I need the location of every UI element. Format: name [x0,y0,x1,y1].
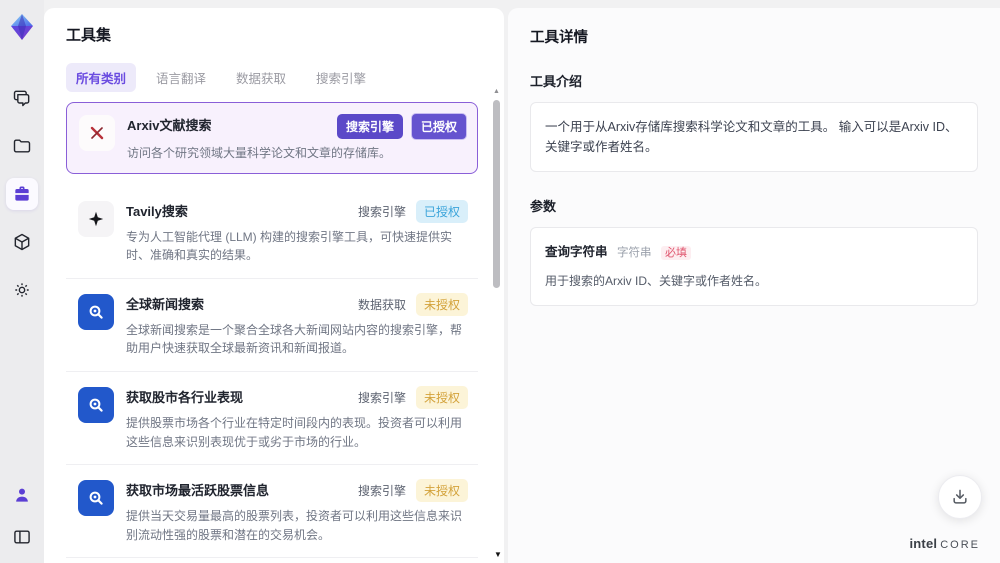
tool-card-sector-performance[interactable]: 获取股市各行业表现 搜索引擎 未授权 提供股票市场各个行业在特定时间段内的表现。… [66,371,478,466]
list-scrollbar: ▲ ▼ [492,88,502,559]
tool-card-regional-news[interactable]: 万维地区新闻查询 搜索引擎 未授权 查询具体行政区划内的新闻，快速了解各地新闻动 [66,558,478,563]
tool-description: 访问各个研究领域大量科学论文和文章的存储库。 [127,146,392,160]
magnifier-blue-icon [78,293,114,330]
auth-badge: 已授权 [415,199,468,223]
params-heading: 参数 [530,199,557,214]
param-name: 查询字符串 [545,245,608,259]
scrollbar-thumb[interactable] [493,100,500,288]
auth-badge: 已授权 [410,113,467,140]
scroll-up-arrow[interactable]: ▲ [493,88,500,95]
tool-name: 全球新闻搜索 [126,296,205,312]
param-header-row: 查询字符串 字符串 必填 [545,242,963,263]
brand-core: CORE [940,539,980,551]
sidebar-item-collapse-panel[interactable] [6,521,38,553]
category-badge: 数据获取 [357,297,406,312]
chat-icon [12,88,32,108]
panel-icon [12,527,32,547]
arxiv-icon [79,115,115,151]
toolbox-icon [12,184,32,204]
tool-card-most-active-stocks[interactable]: 获取市场最活跃股票信息 搜索引擎 未授权 提供当天交易量最高的股票列表，投资者可… [66,465,478,559]
category-badge: 搜索引擎 [357,390,406,405]
brand-intel: intel [909,536,938,551]
package-icon [12,232,32,252]
category-badge: 搜索引擎 [336,114,403,139]
tab-data-acquisition[interactable]: 数据获取 [226,63,296,92]
tab-language-translation[interactable]: 语言翻译 [146,63,216,92]
param-box: 查询字符串 字符串 必填 用于搜索的Arxiv ID、关键字或作者姓名。 [530,227,978,306]
app-logo-icon [5,10,39,44]
category-badge: 搜索引擎 [357,484,406,499]
category-tabs: 所有类别 语言翻译 数据获取 搜索引擎 [66,63,504,92]
sidebar-rail [0,0,44,563]
tool-name: 获取市场最活跃股票信息 [126,483,270,499]
tool-description: 提供当天交易量最高的股票列表，投资者可以利用这些信息来识别流动性强的股票和潜在的… [126,509,463,542]
sidebar-item-settings[interactable] [6,274,38,306]
tool-card-list: Arxiv文献搜索 搜索引擎 已授权 访问各个研究领域大量科学论文和文章的存储库… [66,102,478,563]
download-button[interactable] [938,475,982,519]
detail-title: 工具详情 [530,30,588,46]
tab-all-categories[interactable]: 所有类别 [66,63,137,92]
auth-badge: 未授权 [415,385,468,409]
star-icon [78,200,114,237]
scroll-down-arrow[interactable]: ▼ [494,550,502,559]
tool-detail-panel: 工具详情 工具介绍 一个用于从Arxiv存储库搜索科学论文和文章的工具。 输入可… [508,8,1000,563]
param-type: 字符串 [617,247,652,259]
tool-name: Tavily搜索 [126,203,188,219]
tool-card-arxiv[interactable]: Arxiv文献搜索 搜索引擎 已授权 访问各个研究领域大量科学论文和文章的存储库… [66,102,478,174]
gear-icon [12,280,32,300]
intel-core-logo: intel CORE [909,536,980,551]
page-title: 工具集 [66,27,112,44]
tab-search-engine[interactable]: 搜索引擎 [306,63,376,92]
download-icon [950,487,970,507]
sidebar-item-packages[interactable] [6,226,38,258]
param-description: 用于搜索的Arxiv ID、关键字或作者姓名。 [545,273,768,288]
tool-card-tavily[interactable]: Tavily搜索 搜索引擎 已授权 专为人工智能代理 (LLM) 构建的搜索引擎… [66,185,478,279]
sidebar-item-tools[interactable] [6,178,38,210]
magnifier-blue-icon [78,480,114,517]
intro-heading: 工具介绍 [530,74,583,89]
tool-description: 专为人工智能代理 (LLM) 构建的搜索引擎工具，可快速提供实时、准确和真实的结… [126,229,453,263]
intro-text: 一个用于从Arxiv存储库搜索科学论文和文章的工具。 输入可以是Arxiv ID… [545,120,958,154]
tool-description: 全球新闻搜索是一个聚合全球各大新闻网站内容的搜索引擎，帮助用户快速获取全球最新资… [126,322,463,356]
auth-badge: 未授权 [415,479,468,503]
category-badge: 搜索引擎 [357,204,406,219]
tool-name: 获取股市各行业表现 [126,389,244,405]
sidebar-item-chat[interactable] [6,82,38,114]
tool-list-panel: 工具集 所有类别 语言翻译 数据获取 搜索引擎 Arxiv文献搜索 搜索引擎 已… [44,8,504,563]
sidebar-item-account[interactable] [6,479,38,511]
tool-name: Arxiv文献搜索 [127,118,212,133]
auth-badge: 未授权 [415,292,468,316]
tool-card-global-news[interactable]: 全球新闻搜索 数据获取 未授权 全球新闻搜索是一个聚合全球各大新闻网站内容的搜索… [66,278,478,372]
folder-icon [12,136,32,156]
sidebar-item-files[interactable] [6,130,38,162]
param-required-badge: 必填 [660,246,691,260]
intro-box: 一个用于从Arxiv存储库搜索科学论文和文章的工具。 输入可以是Arxiv ID… [530,102,978,172]
tool-description: 提供股票市场各个行业在特定时间段内的表现。投资者可以利用这些信息来识别表现优于或… [126,415,463,449]
magnifier-blue-icon [78,386,114,423]
user-icon [12,485,32,505]
